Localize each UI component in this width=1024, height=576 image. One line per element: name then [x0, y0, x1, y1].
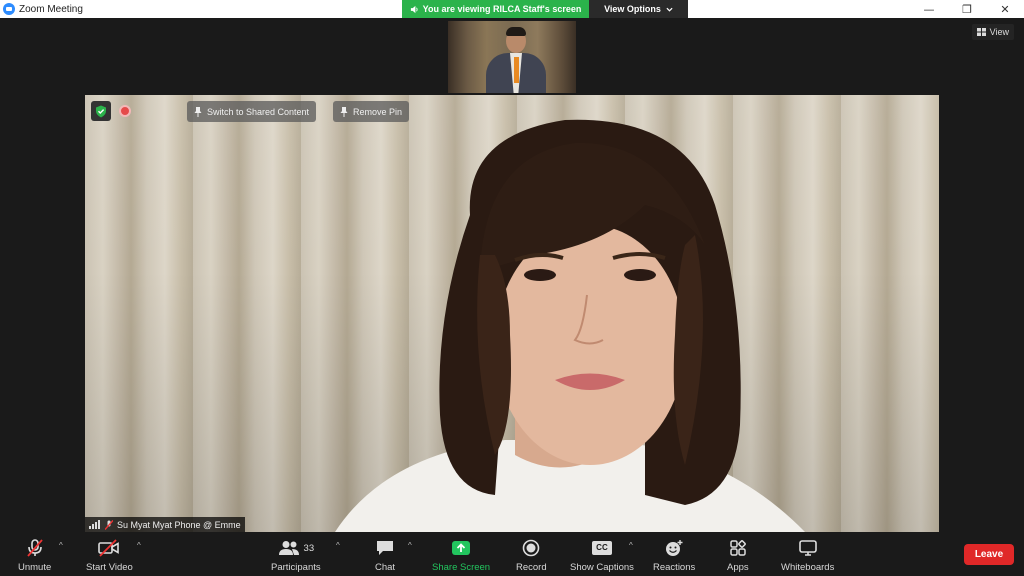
participant-eye-left	[524, 269, 556, 281]
speaker-icon	[410, 5, 418, 13]
record-icon	[522, 538, 540, 558]
smiley-plus-icon	[664, 538, 684, 558]
unmute-label: Unmute	[18, 562, 52, 573]
chat-button[interactable]: Chat	[375, 538, 395, 573]
record-label: Record	[516, 562, 547, 573]
window-title: Zoom Meeting	[19, 3, 83, 15]
participant-name: Su Myat Myat Phone @ Emme	[117, 519, 241, 530]
muted-microphone-icon	[25, 538, 45, 558]
muted-mic-icon	[105, 519, 113, 530]
chevron-down-icon	[666, 7, 673, 12]
remove-pin-button[interactable]: Remove Pin	[333, 101, 410, 122]
encryption-shield[interactable]	[91, 101, 111, 121]
grid-view-icon	[976, 28, 986, 36]
pin-icon	[340, 106, 348, 117]
participant-eye-right	[624, 269, 656, 281]
view-options-button[interactable]: View Options	[589, 0, 688, 18]
leave-button[interactable]: Leave	[964, 544, 1014, 565]
start-video-label: Start Video	[86, 562, 133, 573]
meeting-toolbar: Unmute ^ Start Video ^ 33 Participants ^	[0, 532, 1024, 576]
closed-captions-icon: CC	[591, 538, 612, 558]
switch-to-shared-content-button[interactable]: Switch to Shared Content	[187, 101, 317, 122]
chat-label: Chat	[375, 562, 396, 573]
participants-button[interactable]: 33 Participants	[271, 538, 321, 573]
window-controls: — ❐ ✕	[910, 0, 1024, 18]
record-button[interactable]: Record	[516, 538, 547, 573]
share-screen-icon	[451, 538, 471, 558]
reactions-label: Reactions	[653, 562, 696, 573]
recording-indicator-icon	[119, 105, 131, 117]
participant-video-feed	[335, 119, 805, 532]
share-screen-button[interactable]: Share Screen	[432, 538, 490, 573]
close-button[interactable]: ✕	[986, 0, 1024, 18]
zoom-logo-icon	[3, 3, 15, 15]
video-options-caret-icon[interactable]: ^	[137, 541, 141, 550]
participant-face	[495, 225, 685, 465]
apps-button[interactable]: Apps	[727, 538, 749, 573]
viewing-indicator: You are viewing RILCA Staff's screen	[402, 0, 589, 18]
shield-check-icon	[96, 105, 106, 117]
unmute-button[interactable]: Unmute	[18, 538, 51, 573]
whiteboards-button[interactable]: Whiteboards	[781, 538, 834, 573]
apps-icon	[729, 538, 747, 558]
screen-share-banner: You are viewing RILCA Staff's screen Vie…	[402, 0, 688, 18]
view-button[interactable]: View	[971, 24, 1014, 40]
show-captions-label: Show Captions	[570, 562, 634, 573]
pin-icon	[194, 106, 202, 117]
participants-options-caret-icon[interactable]: ^	[336, 541, 340, 550]
participant-name-tag: Su Myat Myat Phone @ Emme	[85, 517, 245, 532]
thumbnail-person-hair	[506, 27, 526, 36]
shared-screen-thumbnail[interactable]	[448, 21, 576, 93]
view-button-label: View	[989, 27, 1009, 37]
signal-strength-icon	[89, 520, 100, 529]
participants-count: 33	[303, 542, 315, 554]
whiteboards-label: Whiteboards	[781, 562, 835, 573]
meeting-area: View Switch to Shared Content Remove Pin…	[0, 18, 1024, 532]
share-screen-label: Share Screen	[432, 562, 491, 573]
participants-icon: 33	[278, 538, 315, 558]
reactions-button[interactable]: Reactions	[653, 538, 695, 573]
video-off-icon	[98, 538, 120, 558]
show-captions-button[interactable]: CC Show Captions	[570, 538, 634, 573]
minimize-button[interactable]: —	[910, 0, 948, 18]
restore-button[interactable]: ❐	[948, 0, 986, 18]
viewing-text: You are viewing RILCA Staff's screen	[422, 4, 582, 14]
whiteboard-icon	[798, 538, 818, 558]
start-video-button[interactable]: Start Video	[86, 538, 133, 573]
participants-label: Participants	[271, 562, 321, 573]
captions-icon-text: CC	[591, 541, 612, 555]
view-options-label: View Options	[604, 4, 661, 14]
apps-label: Apps	[727, 562, 749, 573]
audio-options-caret-icon[interactable]: ^	[59, 541, 63, 550]
chat-icon	[375, 538, 395, 558]
captions-options-caret-icon[interactable]: ^	[629, 541, 633, 550]
thumbnail-person-tie	[514, 57, 519, 83]
remove-pin-label: Remove Pin	[353, 106, 403, 117]
switch-to-shared-content-label: Switch to Shared Content	[207, 106, 310, 117]
pinned-participant-video: Switch to Shared Content Remove Pin Su M…	[85, 95, 939, 532]
chat-options-caret-icon[interactable]: ^	[408, 541, 412, 550]
